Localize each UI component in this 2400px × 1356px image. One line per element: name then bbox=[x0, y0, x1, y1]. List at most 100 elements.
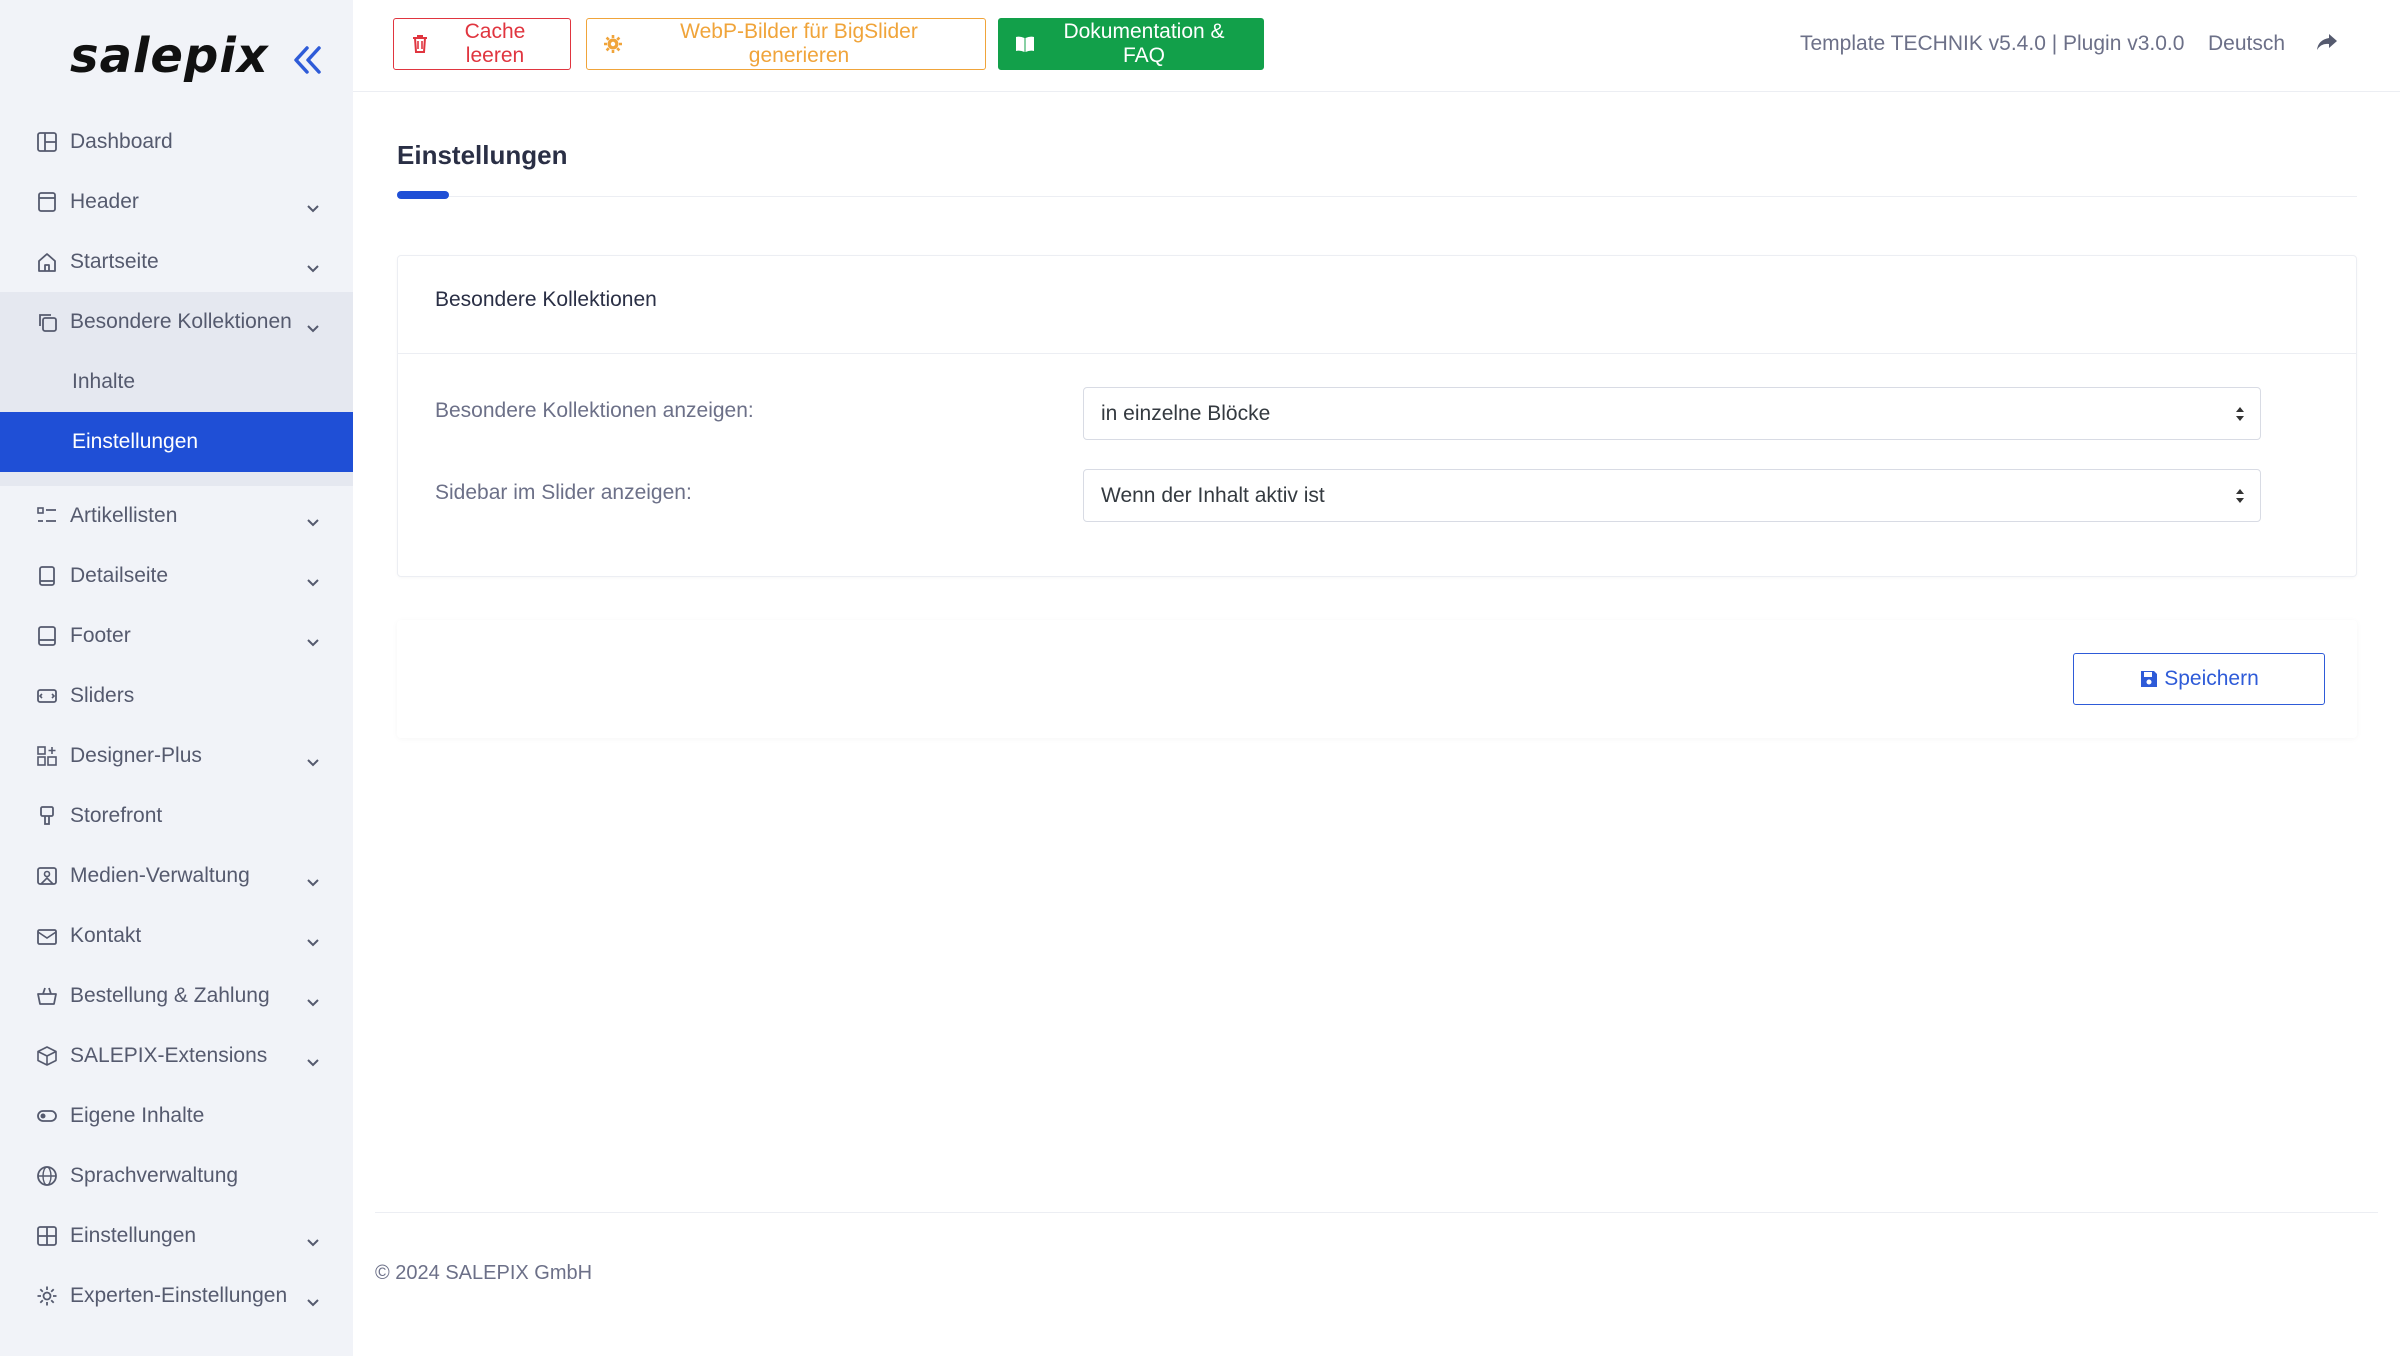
grid-plus-icon bbox=[36, 745, 58, 767]
sidebar-item-sliders[interactable]: Sliders bbox=[0, 666, 353, 726]
sidebar-slider-select[interactable]: Wenn der Inhalt aktiv ist bbox=[1083, 469, 2261, 522]
sidebar-item-besondere-kollektionen[interactable]: Besondere Kollektionen bbox=[0, 292, 353, 352]
sidebar-item-label: Startseite bbox=[70, 250, 159, 273]
field-label-show-collections: Besondere Kollektionen anzeigen: bbox=[435, 399, 754, 422]
chevron-down-icon bbox=[306, 510, 320, 527]
chevron-down-icon bbox=[306, 316, 320, 333]
footer-copyright: © 2024 SALEPIX GmbH bbox=[375, 1262, 593, 1284]
header-icon bbox=[36, 191, 58, 213]
field-label-sidebar-slider: Sidebar im Slider anzeigen: bbox=[435, 481, 692, 504]
show-collections-select[interactable]: in einzelne Blöcke bbox=[1083, 387, 2261, 440]
sidebar-subitem-einstellungen[interactable]: Einstellungen bbox=[0, 412, 353, 472]
book-open-icon bbox=[1015, 34, 1035, 54]
sidebar-item-bestellung-zahlung[interactable]: Bestellung & Zahlung bbox=[0, 966, 353, 1026]
footer-divider bbox=[375, 1212, 2378, 1213]
mail-icon bbox=[36, 925, 58, 947]
webp-generate-label: WebP-Bilder für BigSlider generieren bbox=[680, 20, 918, 67]
layout-icon bbox=[36, 131, 58, 153]
logo-row: salepix bbox=[0, 0, 353, 120]
sidebar-item-detailseite[interactable]: Detailseite bbox=[0, 546, 353, 606]
topbar: Cache leeren WebP-Bilder für BigSlider g… bbox=[353, 0, 2400, 92]
sidebar-group-besondere-kollektionen: Besondere Kollektionen Inhalte Einstellu… bbox=[0, 292, 353, 486]
brush-icon bbox=[36, 805, 58, 827]
copy-icon bbox=[36, 311, 58, 333]
grid-icon bbox=[36, 1225, 58, 1247]
sidebar-nav: Dashboard Header Startseite Besondere Ko… bbox=[0, 112, 353, 1326]
save-button[interactable]: Speichern bbox=[2073, 653, 2325, 705]
webp-generate-button[interactable]: WebP-Bilder für BigSlider generieren bbox=[586, 18, 986, 70]
sidebar-item-sprachverwaltung[interactable]: Sprachverwaltung bbox=[0, 1146, 353, 1206]
sidebar-subitem-inhalte[interactable]: Inhalte bbox=[0, 352, 353, 412]
sidebar-item-designer-plus[interactable]: Designer-Plus bbox=[0, 726, 353, 786]
sidebar-item-startseite[interactable]: Startseite bbox=[0, 232, 353, 292]
box-icon bbox=[36, 1045, 58, 1067]
chevron-down-icon bbox=[306, 930, 320, 947]
sidebar-item-label: Detailseite bbox=[70, 564, 169, 587]
image-icon bbox=[36, 865, 58, 887]
sidebar-item-header[interactable]: Header bbox=[0, 172, 353, 232]
sidebar-item-label: Besondere Kollektionen bbox=[70, 310, 292, 333]
sidebar-item-label: Bestellung & Zahlung bbox=[70, 984, 270, 1007]
chevron-down-icon bbox=[306, 196, 320, 213]
chevron-down-icon bbox=[306, 1050, 320, 1067]
title-divider bbox=[397, 196, 2357, 197]
sidebar-item-kontakt[interactable]: Kontakt bbox=[0, 906, 353, 966]
slider-icon bbox=[36, 685, 58, 707]
gear-icon bbox=[36, 1285, 58, 1307]
sidebar-item-label: Sprachverwaltung bbox=[70, 1164, 239, 1187]
select-value: in einzelne Blöcke bbox=[1101, 401, 1271, 425]
card-header: Besondere Kollektionen bbox=[398, 256, 2356, 354]
documentation-faq-label: Dokumentation & FAQ bbox=[1063, 20, 1225, 67]
documentation-faq-button[interactable]: Dokumentation & FAQ bbox=[998, 18, 1264, 70]
chevron-down-icon bbox=[306, 570, 320, 587]
sidebar: salepix Dashboard Header Startseite Beso… bbox=[0, 0, 353, 1356]
title-accent-bar bbox=[397, 191, 449, 199]
sidebar-item-salepix-extensions[interactable]: SALEPIX-Extensions bbox=[0, 1026, 353, 1086]
cache-clear-button[interactable]: Cache leeren bbox=[393, 18, 571, 70]
chevron-down-icon bbox=[306, 256, 320, 273]
globe-icon bbox=[36, 1165, 58, 1187]
chevron-down-icon bbox=[306, 1230, 320, 1247]
chevron-down-icon bbox=[306, 870, 320, 887]
chevron-down-icon bbox=[306, 990, 320, 1007]
collapse-sidebar-icon[interactable] bbox=[290, 40, 324, 80]
basket-icon bbox=[36, 985, 58, 1007]
floppy-disk-icon bbox=[2139, 669, 2159, 689]
home-icon bbox=[36, 251, 58, 273]
toggle-icon bbox=[36, 1105, 58, 1127]
sort-arrows-icon bbox=[2234, 487, 2246, 505]
sidebar-item-dashboard[interactable]: Dashboard bbox=[0, 112, 353, 172]
select-value: Wenn der Inhalt aktiv ist bbox=[1101, 483, 1325, 507]
card-title: Besondere Kollektionen bbox=[435, 288, 657, 311]
share-icon[interactable] bbox=[2315, 30, 2339, 54]
save-button-label: Speichern bbox=[2164, 667, 2259, 690]
language-switcher[interactable]: Deutsch bbox=[2208, 32, 2285, 56]
sort-arrows-icon bbox=[2234, 405, 2246, 423]
sidebar-item-experten-einstellungen[interactable]: Experten-Einstellungen bbox=[0, 1266, 353, 1326]
sidebar-item-label: Footer bbox=[70, 624, 131, 647]
actions-card: Speichern bbox=[397, 620, 2357, 738]
sidebar-item-label: Kontakt bbox=[70, 924, 142, 947]
sidebar-item-storefront[interactable]: Storefront bbox=[0, 786, 353, 846]
sidebar-item-footer[interactable]: Footer bbox=[0, 606, 353, 666]
sidebar-item-einstellungen[interactable]: Einstellungen bbox=[0, 1206, 353, 1266]
gear-icon bbox=[603, 34, 623, 54]
sidebar-item-label: Dashboard bbox=[70, 130, 173, 153]
footer-icon bbox=[36, 625, 58, 647]
sidebar-item-label: SALEPIX-Extensions bbox=[70, 1044, 268, 1067]
sidebar-item-label: Designer-Plus bbox=[70, 744, 202, 767]
sidebar-item-medien-verwaltung[interactable]: Medien-Verwaltung bbox=[0, 846, 353, 906]
sidebar-item-label: Artikellisten bbox=[70, 504, 178, 527]
sidebar-item-label: Experten-Einstellungen bbox=[70, 1284, 288, 1307]
cache-clear-label: Cache leeren bbox=[464, 20, 526, 67]
logo: salepix bbox=[70, 28, 269, 84]
sidebar-item-label: Medien-Verwaltung bbox=[70, 864, 250, 887]
sidebar-item-artikellisten[interactable]: Artikellisten bbox=[0, 486, 353, 546]
sidebar-item-label: Sliders bbox=[70, 684, 135, 707]
chevron-down-icon bbox=[306, 750, 320, 767]
sidebar-item-label: Header bbox=[70, 190, 139, 213]
settings-card: Besondere Kollektionen Besondere Kollekt… bbox=[397, 255, 2357, 577]
version-info: Template TECHNIK v5.4.0 | Plugin v3.0.0 bbox=[1800, 32, 2185, 55]
sidebar-item-eigene-inhalte[interactable]: Eigene Inhalte bbox=[0, 1086, 353, 1146]
list-icon bbox=[36, 505, 58, 527]
